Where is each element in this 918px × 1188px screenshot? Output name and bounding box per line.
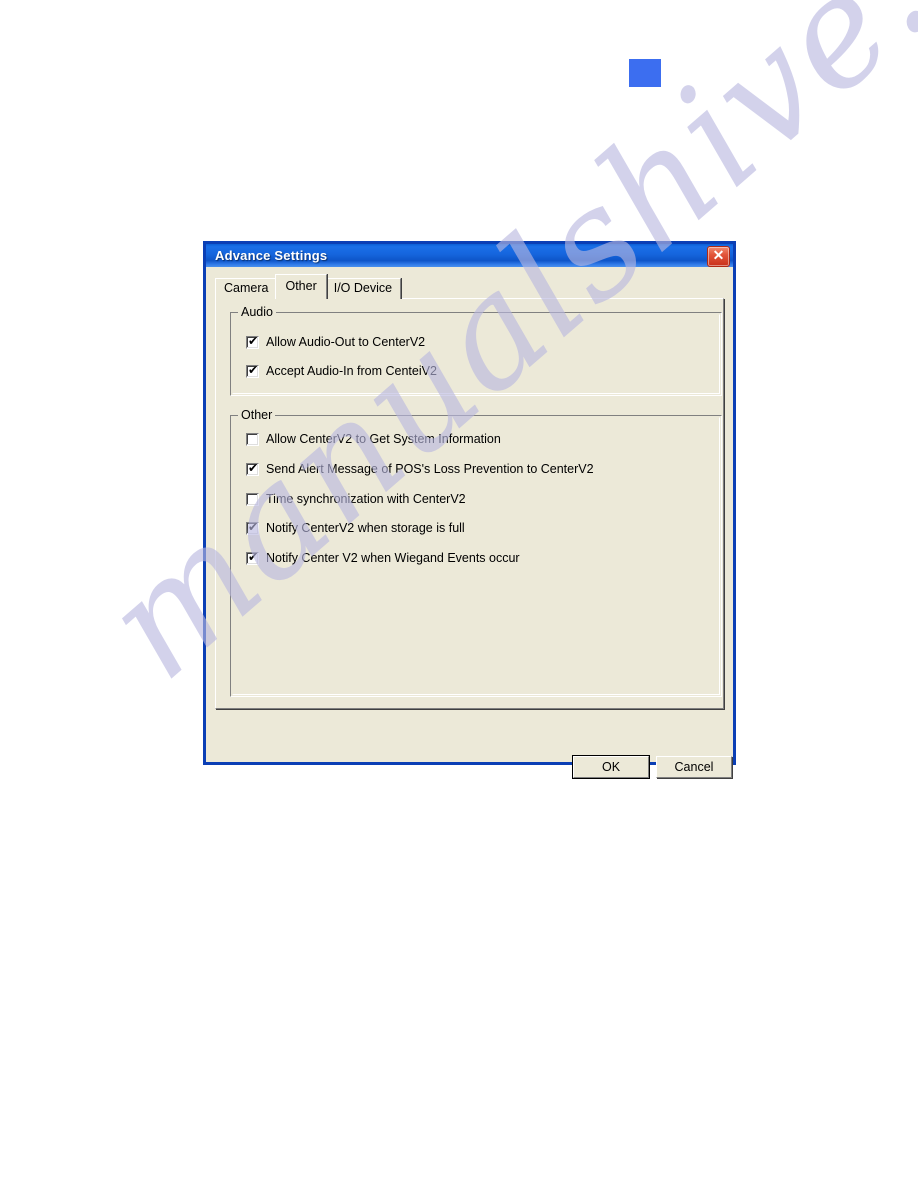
checkbox-label: Allow CenterV2 to Get System Information — [266, 432, 501, 446]
tab-other-label: Other — [285, 279, 317, 293]
close-icon[interactable]: ✕ — [707, 246, 730, 267]
checkbox-label: Time synchronization with CenterV2 — [266, 492, 466, 506]
group-other: Other Allow CenterV2 to Get System Infor… — [230, 408, 722, 697]
dialog-titlebar: Advance Settings ✕ — [203, 241, 736, 267]
cancel-button[interactable]: Cancel — [656, 756, 732, 778]
tab-camera-label: Camera — [224, 281, 269, 295]
group-audio-legend: Audio — [238, 305, 276, 319]
checkbox-allow-get-system-information[interactable]: Allow CenterV2 to Get System Information — [246, 432, 501, 446]
checkbox-notify-storage-full[interactable]: ✔ Notify CenterV2 when storage is full — [246, 519, 465, 535]
tab-strip: Camera Other I/O Device — [215, 274, 402, 299]
checkbox-box[interactable]: ✔ — [246, 362, 259, 378]
check-icon: ✔ — [248, 519, 259, 534]
advance-settings-dialog: Advance Settings ✕ Camera Other I/O Devi… — [203, 241, 736, 779]
tab-panel-other: Audio ✔ Allow Audio-Out to CenterV2 ✔ Ac… — [215, 298, 724, 709]
ok-button-label: OK — [601, 760, 621, 774]
checkbox-box[interactable]: ✔ — [246, 549, 259, 565]
tab-camera[interactable]: Camera — [215, 278, 278, 299]
dialog-body: Camera Other I/O Device Audio ✔ Allow Au… — [206, 267, 733, 779]
checkbox-label: Accept Audio-In from CenteiV2 — [266, 364, 437, 378]
checkbox-time-synchronization[interactable]: Time synchronization with CenterV2 — [246, 492, 466, 506]
checkbox-label: Notify CenterV2 when storage is full — [266, 521, 465, 535]
checkbox-send-alert-pos-loss-prevention[interactable]: ✔ Send Alert Message of POS's Loss Preve… — [246, 460, 594, 476]
cancel-button-label: Cancel — [674, 760, 714, 774]
tab-io-device[interactable]: I/O Device — [324, 278, 402, 299]
blue-square-marker — [629, 59, 661, 87]
close-icon-glyph: ✕ — [712, 247, 725, 263]
check-icon: ✔ — [248, 362, 259, 377]
checkbox-box[interactable] — [246, 432, 259, 446]
checkbox-box[interactable]: ✔ — [246, 519, 259, 535]
checkbox-box[interactable] — [246, 492, 259, 506]
checkbox-notify-wiegand-events[interactable]: ✔ Notify Center V2 when Wiegand Events o… — [246, 549, 520, 565]
dialog-title: Advance Settings — [215, 248, 328, 263]
group-other-legend: Other — [238, 408, 276, 422]
checkbox-label: Send Alert Message of POS's Loss Prevent… — [266, 462, 594, 476]
check-icon: ✔ — [248, 460, 259, 475]
checkbox-box[interactable]: ✔ — [246, 460, 259, 476]
tab-io-device-label: I/O Device — [333, 281, 393, 295]
checkbox-allow-audio-out[interactable]: ✔ Allow Audio-Out to CenterV2 — [246, 333, 426, 349]
checkbox-accept-audio-in[interactable]: ✔ Accept Audio-In from CenteiV2 — [246, 362, 437, 378]
checkbox-box[interactable]: ✔ — [246, 333, 259, 349]
check-icon: ✔ — [248, 549, 259, 564]
tab-other[interactable]: Other — [275, 274, 327, 299]
ok-button[interactable]: OK — [572, 755, 650, 779]
checkbox-label: Allow Audio-Out to CenterV2 — [266, 335, 426, 349]
checkbox-label: Notify Center V2 when Wiegand Events occ… — [266, 551, 520, 565]
group-audio: Audio ✔ Allow Audio-Out to CenterV2 ✔ Ac… — [230, 305, 722, 396]
check-icon: ✔ — [248, 333, 259, 348]
